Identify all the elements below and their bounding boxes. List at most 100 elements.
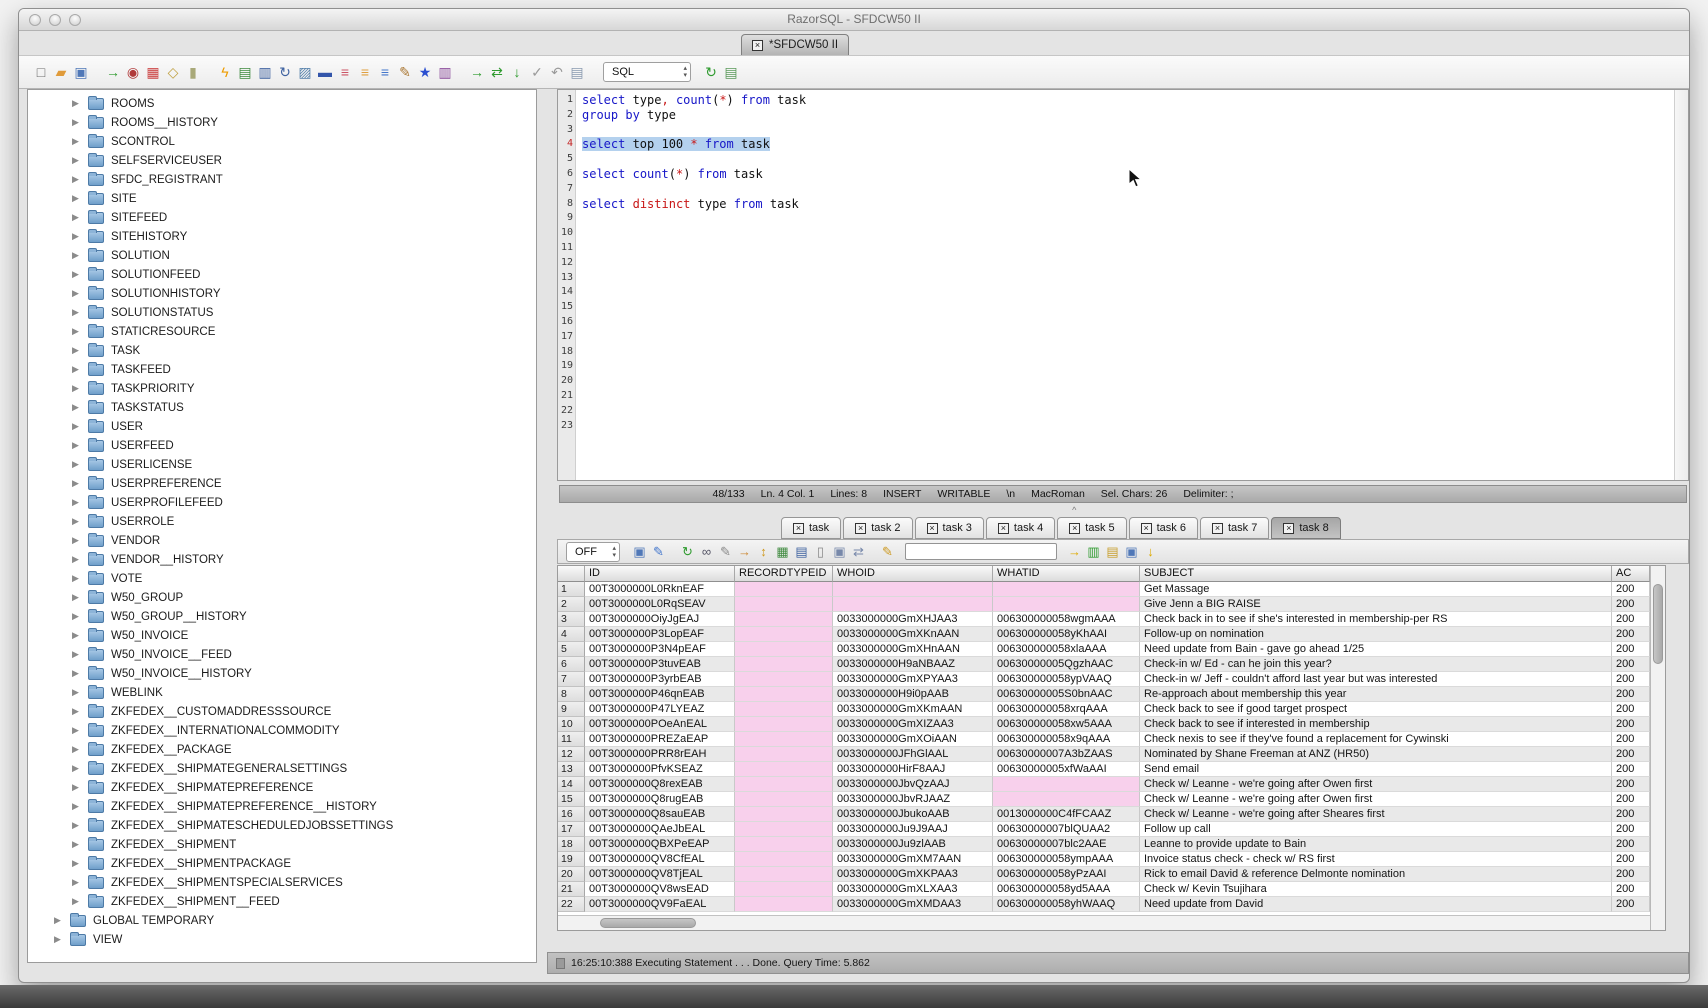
cell-ac[interactable]: 200 [1612,837,1650,852]
cell-whoid[interactable]: 0033000000GmXKPAA3 [833,867,993,882]
tree-item-vendor[interactable]: ▶VENDOR [28,531,536,550]
disclosure-triangle-icon[interactable]: ▶ [72,459,88,470]
copy-rows-icon[interactable]: ▣ [830,542,849,561]
cell-id[interactable]: 00T3000000OiyJgEAJ [585,612,735,627]
cell-whoid[interactable]: 0033000000JbvRJAAZ [833,792,993,807]
disclosure-triangle-icon[interactable]: ▶ [72,250,88,261]
auto-refresh-icon[interactable]: ↻ [701,62,721,82]
expand-row-icon[interactable]: → [735,542,754,561]
cell-whoid[interactable]: 0033000000HirF8AAJ [833,762,993,777]
results-tab-task-3[interactable]: ×task 3 [915,517,984,539]
tree-item-rooms__history[interactable]: ▶ROOMS__HISTORY [28,113,536,132]
tree-item-solutionstatus[interactable]: ▶SOLUTIONSTATUS [28,303,536,322]
disclosure-triangle-icon[interactable]: ▶ [72,687,88,698]
cell-whatid[interactable]: 00630000005QgzhAAC [993,657,1140,672]
tree-item-zkfedex__shipmategeneralsettings[interactable]: ▶ZKFEDEX__SHIPMATEGENERALSETTINGS [28,759,536,778]
cell-id[interactable]: 00T3000000PRR8rEAH [585,747,735,762]
db-new-icon[interactable]: ◇ [163,62,183,82]
tree-item-taskfeed[interactable]: ▶TASKFEED [28,360,536,379]
disclosure-triangle-icon[interactable]: ▶ [72,649,88,660]
row-number-cell[interactable]: 22 [558,897,585,912]
cell-recordtypeid[interactable] [735,837,833,852]
cell-whatid[interactable]: 006300000058ypVAAQ [993,672,1140,687]
disclosure-triangle-icon[interactable]: ▶ [72,307,88,318]
tree-item-zkfedex__shipment__feed[interactable]: ▶ZKFEDEX__SHIPMENT__FEED [28,892,536,911]
cell-id[interactable]: 00T3000000QV9FaEAL [585,897,735,912]
tree-item-userrole[interactable]: ▶USERROLE [28,512,536,531]
results-search-input[interactable] [905,543,1057,560]
cell-subject[interactable]: Follow-up on nomination [1140,627,1612,642]
tree-item-zkfedex__internationalcommodity[interactable]: ▶ZKFEDEX__INTERNATIONALCOMMODITY [28,721,536,740]
execute-sql-icon[interactable]: ϟ [215,62,235,82]
close-connection-icon[interactable]: × [752,40,763,51]
row-number-cell[interactable]: 18 [558,837,585,852]
tree-item-solutionhistory[interactable]: ▶SOLUTIONHISTORY [28,284,536,303]
disclosure-triangle-icon[interactable]: ▶ [72,193,88,204]
cell-subject[interactable]: Invoice status check - check w/ RS first [1140,852,1612,867]
fetch-down-icon[interactable]: ↓ [507,62,527,82]
db-commit-icon[interactable]: ◉ [123,62,143,82]
cell-recordtypeid[interactable] [735,582,833,597]
row-number-cell[interactable]: 15 [558,792,585,807]
cell-whoid[interactable]: 0033000000H9aNBAAZ [833,657,993,672]
row-number-cell[interactable]: 10 [558,717,585,732]
cell-whoid[interactable]: 0033000000JFhGlAAL [833,747,993,762]
cell-subject[interactable]: Check back to see if interested in membe… [1140,717,1612,732]
close-tab-icon[interactable]: × [927,523,938,534]
disclosure-triangle-icon[interactable]: ▶ [72,383,88,394]
cell-subject[interactable]: Get Massage [1140,582,1612,597]
disclosure-triangle-icon[interactable]: ▶ [72,288,88,299]
editor-vertical-scrollbar[interactable] [1674,90,1688,480]
cell-ac[interactable]: 200 [1612,642,1650,657]
tree-item-weblink[interactable]: ▶WEBLINK [28,683,536,702]
open-file-icon[interactable]: ▰ [51,62,71,82]
disclosure-triangle-icon[interactable]: ▶ [72,326,88,337]
view-glasses-icon[interactable]: ∞ [697,542,716,561]
table-go-icon[interactable]: ▥ [435,62,455,82]
row-number-cell[interactable]: 9 [558,702,585,717]
cell-recordtypeid[interactable] [735,762,833,777]
cell-ac[interactable]: 200 [1612,672,1650,687]
cell-subject[interactable]: Need update from David [1140,897,1612,912]
tree-item-solution[interactable]: ▶SOLUTION [28,246,536,265]
cell-id[interactable]: 00T3000000QAeJbEAL [585,822,735,837]
disclosure-triangle-icon[interactable]: ▶ [72,98,88,109]
row-number-cell[interactable]: 14 [558,777,585,792]
cell-ac[interactable]: 200 [1612,612,1650,627]
sql-code-area[interactable]: select type, count(*) from taskgroup by … [576,90,1674,480]
cell-recordtypeid[interactable] [735,717,833,732]
cell-ac[interactable]: 200 [1612,822,1650,837]
cell-id[interactable]: 00T3000000QBXPeEAP [585,837,735,852]
cell-ac[interactable]: 200 [1612,807,1650,822]
disclosure-triangle-icon[interactable]: ▶ [72,725,88,736]
row-number-cell[interactable]: 3 [558,612,585,627]
table-horizontal-scrollbar[interactable] [558,915,1650,930]
tree-item-vendor__history[interactable]: ▶VENDOR__HISTORY [28,550,536,569]
cell-whatid[interactable]: 006300000058ympAAA [993,852,1140,867]
cell-whoid[interactable]: 0033000000GmXMDAA3 [833,897,993,912]
export-table-icon[interactable]: ▥ [255,62,275,82]
tree-item-userlicense[interactable]: ▶USERLICENSE [28,455,536,474]
cell-whatid[interactable]: 0013000000C4fFCAAZ [993,807,1140,822]
disclosure-triangle-icon[interactable]: ▶ [54,915,70,926]
disclosure-triangle-icon[interactable]: ▶ [72,345,88,356]
row-limit-select[interactable]: OFF▴▾ [566,542,620,562]
cell-ac[interactable]: 200 [1612,657,1650,672]
cell-subject[interactable]: Need update from Bain - gave go ahead 1/… [1140,642,1612,657]
cell-recordtypeid[interactable] [735,822,833,837]
disclosure-triangle-icon[interactable]: ▶ [72,155,88,166]
cell-recordtypeid[interactable] [735,657,833,672]
disclosure-triangle-icon[interactable]: ▶ [72,535,88,546]
cell-id[interactable]: 00T3000000POeAnEAL [585,717,735,732]
page-view-icon[interactable]: ▯ [811,542,830,561]
cell-whoid[interactable]: 0033000000JbvQzAAJ [833,777,993,792]
cell-whoid[interactable] [833,597,993,612]
cell-whoid[interactable]: 0033000000JbukoAAB [833,807,993,822]
cell-subject[interactable]: Check back in to see if she's interested… [1140,612,1612,627]
cell-recordtypeid[interactable] [735,642,833,657]
form-view-icon[interactable]: ▤ [792,542,811,561]
results-table-icon[interactable]: ▤ [235,62,255,82]
disclosure-triangle-icon[interactable]: ▶ [72,896,88,907]
disclosure-triangle-icon[interactable]: ▶ [72,364,88,375]
cell-recordtypeid[interactable] [735,687,833,702]
